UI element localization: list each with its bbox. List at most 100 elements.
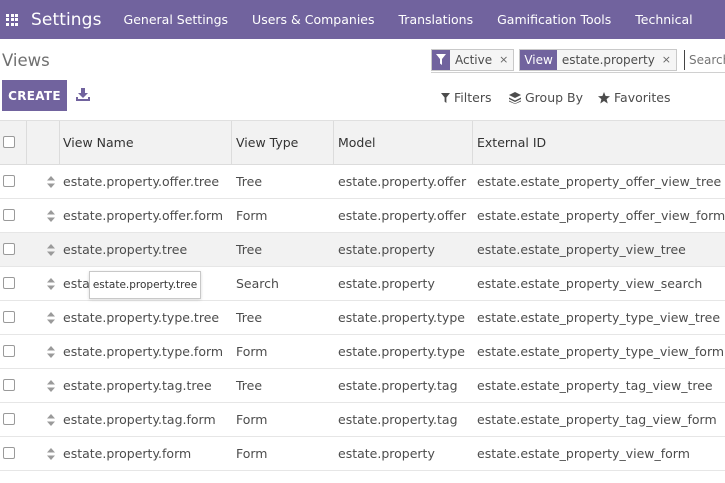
column-separator <box>59 121 60 165</box>
row-checkbox[interactable] <box>3 413 15 425</box>
table-row[interactable]: estate.property.tag.tree Tree estate.prope… <box>0 369 725 403</box>
column-header-view-type[interactable]: View Type <box>236 135 298 150</box>
layers-icon <box>509 91 521 104</box>
column-header-view-name[interactable]: View Name <box>63 135 134 150</box>
cell-view-type: Form <box>236 446 268 461</box>
row-checkbox[interactable] <box>3 379 15 391</box>
tooltip: estate.property.tree <box>89 271 201 299</box>
star-icon <box>598 91 610 103</box>
row-checkbox[interactable] <box>3 447 15 459</box>
cell-external-id: estate.estate_property_tag_view_tree <box>477 378 713 393</box>
row-checkbox[interactable] <box>3 277 15 289</box>
facet-remove-icon[interactable]: × <box>496 50 513 70</box>
cell-view-name: estate.property.form <box>63 446 192 461</box>
cell-model: estate.property <box>338 446 435 461</box>
search-input[interactable] <box>684 49 725 70</box>
cell-external-id: estate.estate_property_offer_view_tree <box>477 174 722 189</box>
cell-view-type: Tree <box>236 378 263 393</box>
favorites-label: Favorites <box>614 90 671 105</box>
menu-general-settings[interactable]: General Settings <box>112 12 241 27</box>
cell-view-name: estate.property.tag.tree <box>63 378 212 393</box>
column-separator <box>333 121 334 165</box>
cell-view-type: Search <box>236 276 279 291</box>
facet-remove-icon[interactable]: × <box>659 50 676 70</box>
cell-model: estate.property <box>338 242 435 257</box>
drag-handle-icon[interactable] <box>47 176 55 188</box>
drag-handle-icon[interactable] <box>47 346 55 358</box>
table-row[interactable]: estate.property.offer.form Form estate.pro… <box>0 199 725 233</box>
table-row[interactable]: estate.property.tag.form Form estate.prope… <box>0 403 725 437</box>
cell-external-id: estate.estate_property_view_form <box>477 446 690 461</box>
row-checkbox[interactable] <box>3 175 15 187</box>
facet-label: View <box>520 49 557 70</box>
cell-view-name: estate.property.offer.form <box>63 208 224 223</box>
cell-model: estate.property.offer <box>338 208 467 223</box>
table-row[interactable]: estate.property.tree Tree estate.property e… <box>0 233 725 267</box>
cell-view-type: Form <box>236 208 268 223</box>
download-icon[interactable] <box>76 88 90 102</box>
drag-handle-icon[interactable] <box>47 278 55 290</box>
drag-handle-icon[interactable] <box>47 244 55 256</box>
top-navbar: Settings General Settings Users & Compan… <box>0 0 725 39</box>
table-row[interactable]: estate.property.type.tree Tree estate.prop… <box>0 301 725 335</box>
favorites-button[interactable]: Favorites <box>598 90 670 105</box>
filter-icon <box>441 92 450 103</box>
row-checkbox[interactable] <box>3 209 15 221</box>
cell-external-id: estate.estate_property_type_view_form <box>477 344 725 359</box>
table-header: View Name View Type Model External ID <box>0 120 725 165</box>
search-facet-view: View estate.property × <box>519 48 678 71</box>
row-checkbox[interactable] <box>3 345 15 357</box>
search-facet-active: Active × <box>431 48 515 71</box>
table-body: estate.property.offer.tree Tree estate.pro… <box>0 165 725 471</box>
table-row[interactable]: estate.property.type.form Form estate.prop… <box>0 335 725 369</box>
breadcrumb: Views <box>2 51 50 70</box>
cell-view-type: Tree <box>236 242 263 257</box>
menu-technical[interactable]: Technical <box>623 12 704 27</box>
drag-handle-icon[interactable] <box>47 380 55 392</box>
cell-model: estate.property.offer <box>338 174 467 189</box>
cell-view-type: Tree <box>236 310 263 325</box>
create-button[interactable]: CREATE <box>2 80 67 111</box>
cell-view-name: estate.property.type.form <box>63 344 224 359</box>
row-checkbox[interactable] <box>3 243 15 255</box>
table-row[interactable]: estate.property.form Form estate.property e… <box>0 437 725 471</box>
drag-handle-icon[interactable] <box>47 312 55 324</box>
filters-button[interactable]: Filters <box>441 90 491 105</box>
filters-label: Filters <box>454 90 492 105</box>
app-name[interactable]: Settings <box>31 10 102 30</box>
apps-menu-icon[interactable] <box>6 13 18 26</box>
drag-handle-icon[interactable] <box>47 210 55 222</box>
row-checkbox[interactable] <box>3 311 15 323</box>
menu-gamification-tools[interactable]: Gamification Tools <box>485 12 623 27</box>
cell-external-id: estate.estate_property_type_view_tree <box>477 310 721 325</box>
column-separator <box>26 121 27 165</box>
cell-external-id: estate.estate_property_view_search <box>477 276 703 291</box>
drag-handle-icon[interactable] <box>47 414 55 426</box>
cell-view-type: Form <box>236 412 268 427</box>
cell-model: estate.property.type <box>338 310 465 325</box>
cell-external-id: estate.estate_property_offer_view_form <box>477 208 725 223</box>
cell-view-name: estate.property.type.tree <box>63 310 220 325</box>
select-all-checkbox[interactable] <box>3 136 15 148</box>
cell-view-name: estate.property.offer.tree <box>63 174 220 189</box>
facet-value: Active <box>455 52 493 67</box>
cell-view-name: estate.property.tree <box>63 242 188 257</box>
column-header-external-id[interactable]: External ID <box>477 135 546 150</box>
cell-external-id: estate.estate_property_tag_view_form <box>477 412 717 427</box>
cell-external-id: estate.estate_property_view_tree <box>477 242 686 257</box>
column-header-model[interactable]: Model <box>338 135 376 150</box>
cell-view-type: Tree <box>236 174 263 189</box>
search-underline <box>431 72 725 73</box>
cell-model: estate.property.tag <box>338 378 458 393</box>
cell-view-type: Form <box>236 344 268 359</box>
search-bar: Active × View estate.property × <box>431 48 725 71</box>
cell-view-name: estate.property.tag.form <box>63 412 216 427</box>
group-by-label: Group By <box>525 90 584 105</box>
column-separator <box>231 121 232 165</box>
table-row[interactable]: estate.property.offer.tree Tree estate.pro… <box>0 165 725 199</box>
cell-model: estate.property.type <box>338 344 465 359</box>
menu-translations[interactable]: Translations <box>387 12 486 27</box>
drag-handle-icon[interactable] <box>47 448 55 460</box>
group-by-button[interactable]: Group By <box>509 90 583 105</box>
menu-users-companies[interactable]: Users & Companies <box>240 12 386 27</box>
